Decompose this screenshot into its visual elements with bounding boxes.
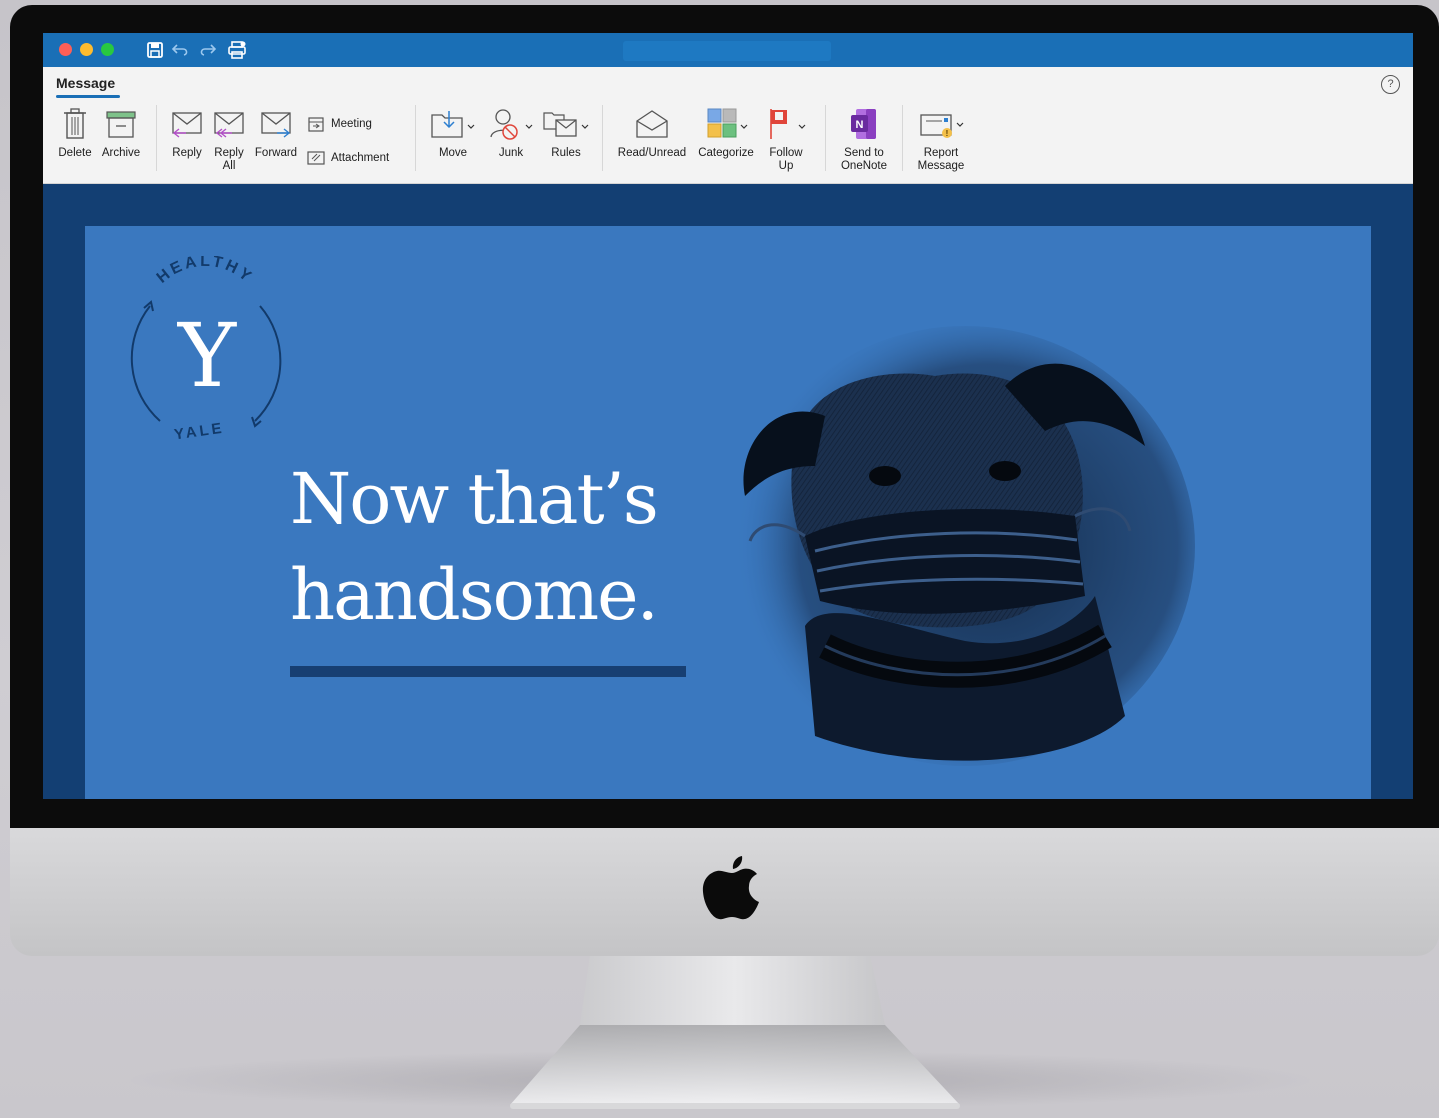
forward-icon [261, 112, 291, 138]
reply-all-button[interactable]: Reply All [209, 107, 249, 173]
tab-active-indicator [56, 95, 120, 98]
reply-all-icon [214, 112, 244, 138]
delete-button[interactable]: Delete [56, 107, 94, 160]
svg-text:N: N [856, 119, 864, 131]
ribbon-separator [602, 105, 603, 171]
categorize-button[interactable]: Categorize [694, 107, 758, 160]
follow-up-label-line2: Up [778, 160, 794, 172]
help-icon[interactable]: ? [1381, 75, 1400, 94]
healthy-yale-logo: HEALTHY Y YALE [130, 256, 282, 444]
logo-letter: Y [177, 304, 237, 407]
send-to-onenote-button[interactable]: N Send to OneNote [836, 107, 892, 173]
redo-icon[interactable] [197, 40, 217, 60]
read-unread-label: Read/Unread [617, 147, 687, 159]
junk-label: Junk [498, 147, 524, 159]
logo-bottom-text: YALE [173, 420, 226, 444]
delete-label: Delete [58, 147, 92, 159]
forward-label: Forward [254, 147, 298, 159]
report-message-button[interactable]: ! Report Message [911, 107, 971, 173]
logo-top-text: HEALTHY [154, 256, 254, 287]
rules-icon [543, 112, 589, 137]
svg-text:!: ! [946, 129, 949, 138]
reply-icon [172, 112, 202, 138]
title-bar [43, 33, 1413, 67]
print-icon[interactable] [227, 40, 247, 60]
rules-label: Rules [551, 147, 581, 159]
ribbon: Message ? Delete Archive Reply Reply All… [43, 67, 1413, 184]
zoom-window-button[interactable] [101, 43, 114, 56]
flag-icon [770, 109, 806, 139]
onenote-icon: N [851, 109, 876, 139]
trash-icon [64, 108, 86, 139]
archive-label: Archive [101, 147, 141, 159]
report-message-icon: ! [920, 114, 964, 138]
ribbon-separator [415, 105, 416, 171]
masked-dog-illustration [735, 326, 1195, 766]
meeting-button[interactable]: Meeting [307, 115, 372, 133]
rules-button[interactable]: Rules [541, 107, 591, 160]
minimize-window-button[interactable] [80, 43, 93, 56]
forward-button[interactable]: Forward [251, 107, 301, 160]
ribbon-separator [825, 105, 826, 171]
send-onenote-label-line1: Send to [844, 147, 884, 159]
archive-icon [106, 111, 136, 138]
envelope-open-icon [636, 110, 668, 138]
undo-icon[interactable] [171, 40, 191, 60]
report-label-line1: Report [923, 147, 959, 159]
read-unread-button[interactable]: Read/Unread [615, 107, 689, 160]
move-label: Move [438, 147, 468, 159]
move-button[interactable]: Move [429, 107, 477, 160]
categorize-label: Categorize [698, 147, 754, 159]
junk-icon [490, 109, 533, 140]
reply-all-label-line1: Reply [214, 147, 244, 159]
headline-line-1: Now that’s [290, 458, 659, 540]
headline-underline [290, 666, 686, 677]
attachment-button[interactable]: Attachment [307, 150, 389, 166]
attachment-label: Attachment [331, 152, 390, 164]
monitor-stand [510, 955, 960, 1109]
save-icon[interactable] [145, 40, 165, 60]
email-headline: Now that’s handsome. [290, 451, 659, 643]
reply-button[interactable]: Reply [167, 107, 207, 160]
tab-message[interactable]: Message [56, 75, 115, 91]
archive-button[interactable]: Archive [99, 107, 143, 160]
calendar-icon [308, 117, 324, 132]
ribbon-separator [156, 105, 157, 171]
follow-up-button[interactable]: Follow Up [763, 107, 809, 173]
reply-label: Reply [172, 147, 202, 159]
junk-button[interactable]: Junk [487, 107, 535, 160]
send-onenote-label-line2: OneNote [840, 160, 888, 172]
report-label-line2: Message [917, 160, 965, 172]
meeting-label: Meeting [331, 118, 372, 130]
categorize-icon [707, 108, 748, 138]
close-window-button[interactable] [59, 43, 72, 56]
screen: Message ? Delete Archive Reply Reply All… [43, 33, 1413, 799]
email-body: HEALTHY Y YALE Now that’s handsome. [85, 226, 1371, 799]
move-folder-icon [431, 111, 475, 138]
attachment-icon [307, 151, 325, 165]
apple-logo-icon [702, 856, 759, 920]
svg-text:HEALTHY: HEALTHY [154, 256, 257, 287]
headline-line-2: handsome. [290, 554, 659, 636]
reply-all-label-line2: All [222, 160, 236, 172]
follow-up-label-line1: Follow [769, 147, 803, 159]
ribbon-separator [902, 105, 903, 171]
title-search-field[interactable] [623, 41, 831, 61]
